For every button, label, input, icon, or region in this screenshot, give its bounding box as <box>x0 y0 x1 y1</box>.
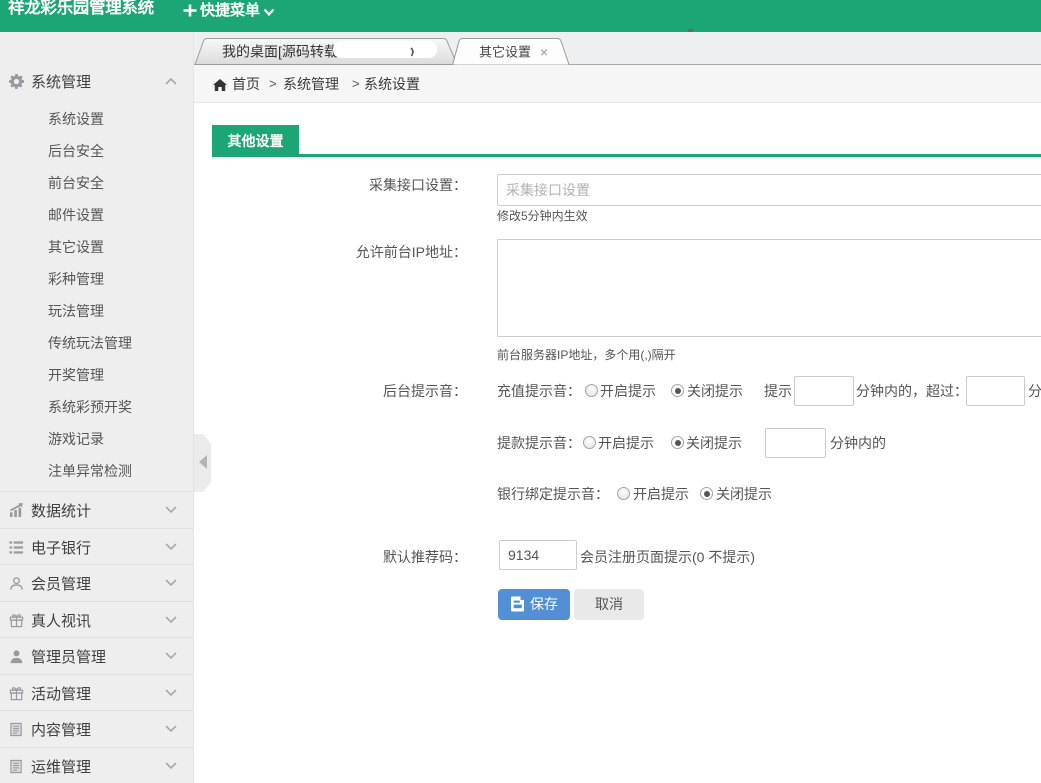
svg-text:我的桌面[源码转载: 我的桌面[源码转载 <box>222 44 338 60</box>
svg-text:其它设置: 其它设置 <box>479 45 531 60</box>
svg-text:×: × <box>540 44 548 60</box>
